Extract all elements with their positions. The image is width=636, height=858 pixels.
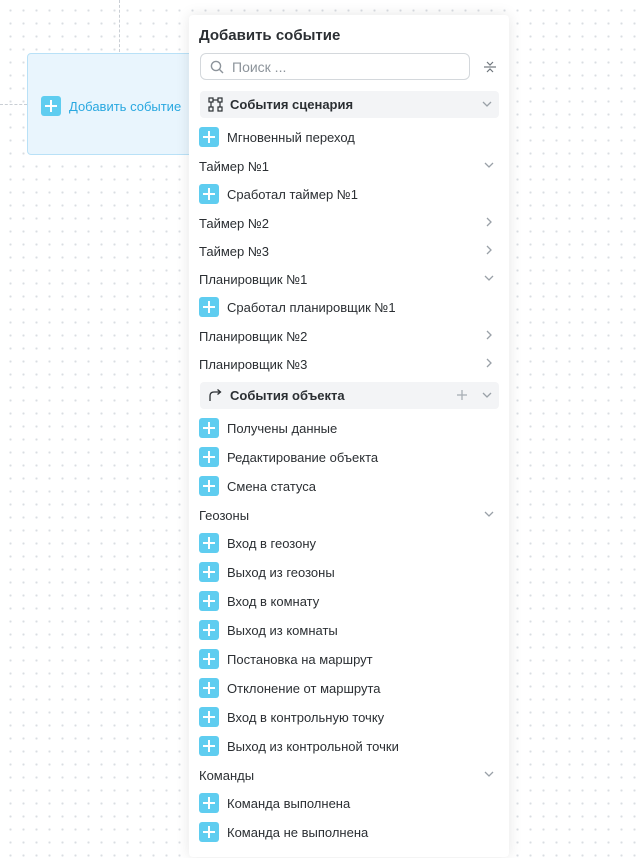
section-object-events[interactable]: События объекта (200, 382, 499, 409)
group-planner-2[interactable]: Планировщик №2 (199, 326, 495, 346)
plus-icon (199, 562, 219, 582)
event-route-deviation[interactable]: Отклонение от маршрута (199, 677, 381, 699)
event-route-start[interactable]: Постановка на маршрут (199, 648, 373, 670)
object-arrow-icon (207, 388, 223, 404)
group-geozones[interactable]: Геозоны (199, 505, 495, 525)
plus-icon (199, 678, 219, 698)
event-label: Выход из комнаты (227, 622, 338, 638)
plus-icon (199, 297, 219, 317)
group-timer-2[interactable]: Таймер №2 (199, 213, 495, 233)
chevron-down-icon[interactable] (481, 98, 493, 110)
event-command-done[interactable]: Команда выполнена (199, 792, 350, 814)
connector-line-vertical (119, 0, 120, 52)
search-icon (210, 60, 224, 73)
event-timer-1-fired[interactable]: Сработал таймер №1 (199, 183, 358, 205)
event-room-enter[interactable]: Вход в комнату (199, 590, 319, 612)
group-label: Геозоны (199, 507, 250, 523)
plus-icon (199, 533, 219, 553)
group-timer-1[interactable]: Таймер №1 (199, 156, 495, 176)
event-geozone-enter[interactable]: Вход в геозону (199, 532, 316, 554)
event-label: Выход из геозоны (227, 564, 335, 580)
group-planner-3[interactable]: Планировщик №3 (199, 354, 495, 374)
event-label: Вход в комнату (227, 593, 320, 609)
event-label: Команда не выполнена (227, 824, 369, 840)
section-scenario-label: События сценария (230, 97, 354, 112)
event-label: Сработал таймер №1 (227, 186, 358, 202)
event-label: Мгновенный переход (227, 129, 355, 145)
chevron-down-icon (484, 162, 494, 168)
panel-title: Добавить событие (199, 27, 341, 44)
group-commands[interactable]: Команды (199, 765, 495, 785)
event-checkpoint-exit[interactable]: Выход из контрольной точки (199, 735, 399, 757)
plus-icon (199, 591, 219, 611)
group-label: Таймер №2 (199, 215, 270, 231)
chevron-right-icon (486, 358, 492, 368)
plus-icon (199, 649, 219, 669)
event-label: Команда выполнена (227, 795, 351, 811)
event-label: Сработал планировщик №1 (227, 299, 396, 315)
group-label: Таймер №1 (199, 158, 270, 174)
group-label: Команды (199, 767, 255, 783)
plus-icon (199, 447, 219, 467)
event-label: Выход из контрольной точки (227, 738, 399, 754)
section-object-label: События объекта (230, 388, 345, 403)
collapse-all-icon[interactable] (483, 60, 497, 74)
plus-icon (199, 736, 219, 756)
plus-icon (199, 127, 219, 147)
event-label: Редактирование объекта (227, 449, 379, 465)
event-geozone-exit[interactable]: Выход из геозоны (199, 561, 335, 583)
search-box[interactable] (200, 53, 470, 80)
connector-line-horizontal (0, 104, 27, 105)
chevron-right-icon (486, 330, 492, 340)
plus-icon (41, 96, 61, 116)
chevron-down-icon (484, 511, 494, 517)
plus-icon (199, 184, 219, 204)
event-data-received[interactable]: Получены данные (199, 417, 337, 439)
event-status-change[interactable]: Смена статуса (199, 475, 316, 497)
event-object-edit[interactable]: Редактирование объекта (199, 446, 378, 468)
chevron-down-icon (484, 771, 494, 777)
chevron-down-icon[interactable] (481, 389, 493, 401)
event-label: Смена статуса (227, 478, 317, 494)
group-label: Планировщик №3 (199, 356, 308, 372)
section-scenario-events[interactable]: События сценария (200, 91, 499, 118)
group-label: Планировщик №2 (199, 328, 308, 344)
event-room-exit[interactable]: Выход из комнаты (199, 619, 338, 641)
event-checkpoint-enter[interactable]: Вход в контрольную точку (199, 706, 384, 728)
group-planner-1[interactable]: Планировщик №1 (199, 269, 495, 289)
plus-icon (199, 793, 219, 813)
add-event-node-label: Добавить событие (69, 98, 182, 114)
event-label: Постановка на маршрут (227, 651, 373, 667)
plus-icon (199, 707, 219, 727)
add-event-node[interactable]: Добавить событие (27, 53, 197, 155)
event-command-failed[interactable]: Команда не выполнена (199, 821, 368, 843)
plus-icon (199, 418, 219, 438)
plus-icon (199, 822, 219, 842)
event-instant-transition[interactable]: Мгновенный переход (199, 126, 355, 148)
chevron-right-icon (486, 217, 492, 227)
group-label: Таймер №3 (199, 243, 270, 259)
plus-icon (199, 476, 219, 496)
event-planner-1-fired[interactable]: Сработал планировщик №1 (199, 296, 396, 318)
chevron-right-icon (486, 245, 492, 255)
chevron-down-icon (484, 275, 494, 281)
add-event-panel: Добавить событие События сценария (189, 15, 509, 857)
search-input[interactable] (230, 57, 454, 76)
plus-icon (199, 620, 219, 640)
event-label: Вход в контрольную точку (227, 709, 385, 725)
add-icon[interactable] (455, 388, 469, 402)
scenario-graph-icon (207, 97, 223, 113)
event-label: Отклонение от маршрута (227, 680, 381, 696)
event-label: Вход в геозону (227, 535, 317, 551)
event-label: Получены данные (227, 420, 338, 436)
group-label: Планировщик №1 (199, 271, 308, 287)
group-timer-3[interactable]: Таймер №3 (199, 241, 495, 261)
